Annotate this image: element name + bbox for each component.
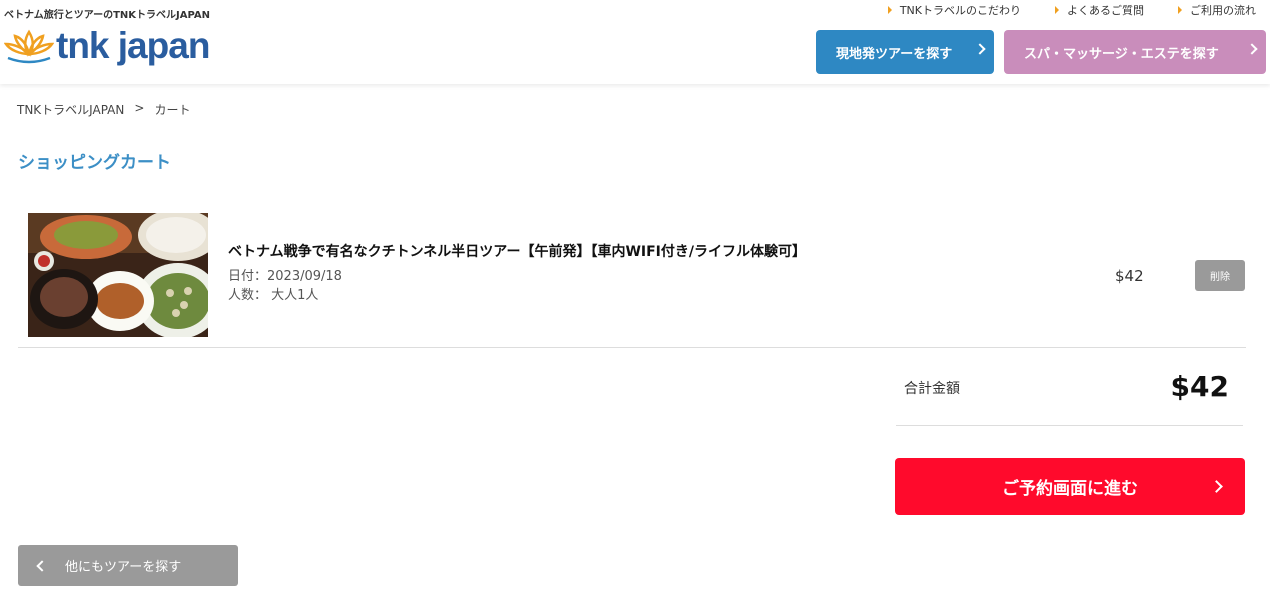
top-links: TNKトラベルのこだわり よくあるご質問 ご利用の流れ <box>887 2 1256 18</box>
find-spa-button[interactable]: スパ・マッサージ・エステを探す <box>1004 30 1266 74</box>
top-link-commitment[interactable]: TNKトラベルのこだわり <box>887 2 1021 18</box>
arrow-right-icon <box>1055 6 1059 14</box>
proceed-to-booking-button[interactable]: ご予約画面に進む <box>895 458 1245 515</box>
site-logo[interactable]: tnk japan <box>4 22 210 66</box>
top-link-faq[interactable]: よくあるご質問 <box>1055 2 1144 18</box>
tour-title[interactable]: ベトナム戦争で有名なクチトンネル半日ツアー【午前発】【車内WIFI付き/ライフル… <box>228 241 806 261</box>
proceed-label: ご予約画面に進む <box>1002 479 1138 499</box>
lotus-logo-icon <box>4 29 54 64</box>
cart-item: ベトナム戦争で有名なクチトンネル半日ツアー【午前発】【車内WIFI付き/ライフル… <box>18 204 1246 348</box>
top-link-label: よくあるご質問 <box>1067 4 1144 17</box>
top-link-label: ご利用の流れ <box>1190 4 1256 17</box>
find-more-tours-button[interactable]: 他にもツアーを探す <box>18 545 238 586</box>
top-link-label: TNKトラベルのこだわり <box>899 4 1021 17</box>
tour-date: 日付：2023/09/18 <box>228 269 342 284</box>
tour-thumbnail <box>28 213 208 337</box>
cart-total: 合計金額 $42 <box>896 360 1243 426</box>
arrow-right-icon <box>1178 6 1182 14</box>
breadcrumb-separator: > <box>134 101 145 115</box>
arrow-right-icon <box>887 6 892 14</box>
delete-item-button[interactable]: 削除 <box>1195 260 1245 291</box>
total-value: $42 <box>1170 370 1229 403</box>
logo-wordmark: tnk japan <box>56 25 210 66</box>
find-tours-label: 現地発ツアーを探す <box>836 46 953 62</box>
chevron-left-icon <box>36 560 48 572</box>
breadcrumb: TNKトラベルJAPAN > カート <box>17 101 190 118</box>
chevron-right-icon <box>1246 43 1258 55</box>
find-more-tours-label: 他にもツアーを探す <box>65 560 182 575</box>
breadcrumb-home[interactable]: TNKトラベルJAPAN <box>17 101 124 118</box>
breadcrumb-current: カート <box>154 103 191 117</box>
site-tagline: ベトナム旅行とツアーのTNKトラベルJAPAN <box>4 10 211 21</box>
chevron-right-icon <box>1210 480 1223 493</box>
find-spa-label: スパ・マッサージ・エステを探す <box>1024 46 1219 62</box>
page-title: ショッピングカート <box>18 153 171 173</box>
chevron-right-icon <box>974 43 986 55</box>
total-label: 合計金額 <box>904 381 960 397</box>
find-tours-button[interactable]: 現地発ツアーを探す <box>816 30 994 74</box>
item-price: $42 <box>1115 267 1144 285</box>
tour-people: 人数： 大人1人 <box>228 288 319 303</box>
top-link-flow[interactable]: ご利用の流れ <box>1178 2 1256 18</box>
site-header: ベトナム旅行とツアーのTNKトラベルJAPAN tnk japan TNKトラベ… <box>0 0 1270 84</box>
